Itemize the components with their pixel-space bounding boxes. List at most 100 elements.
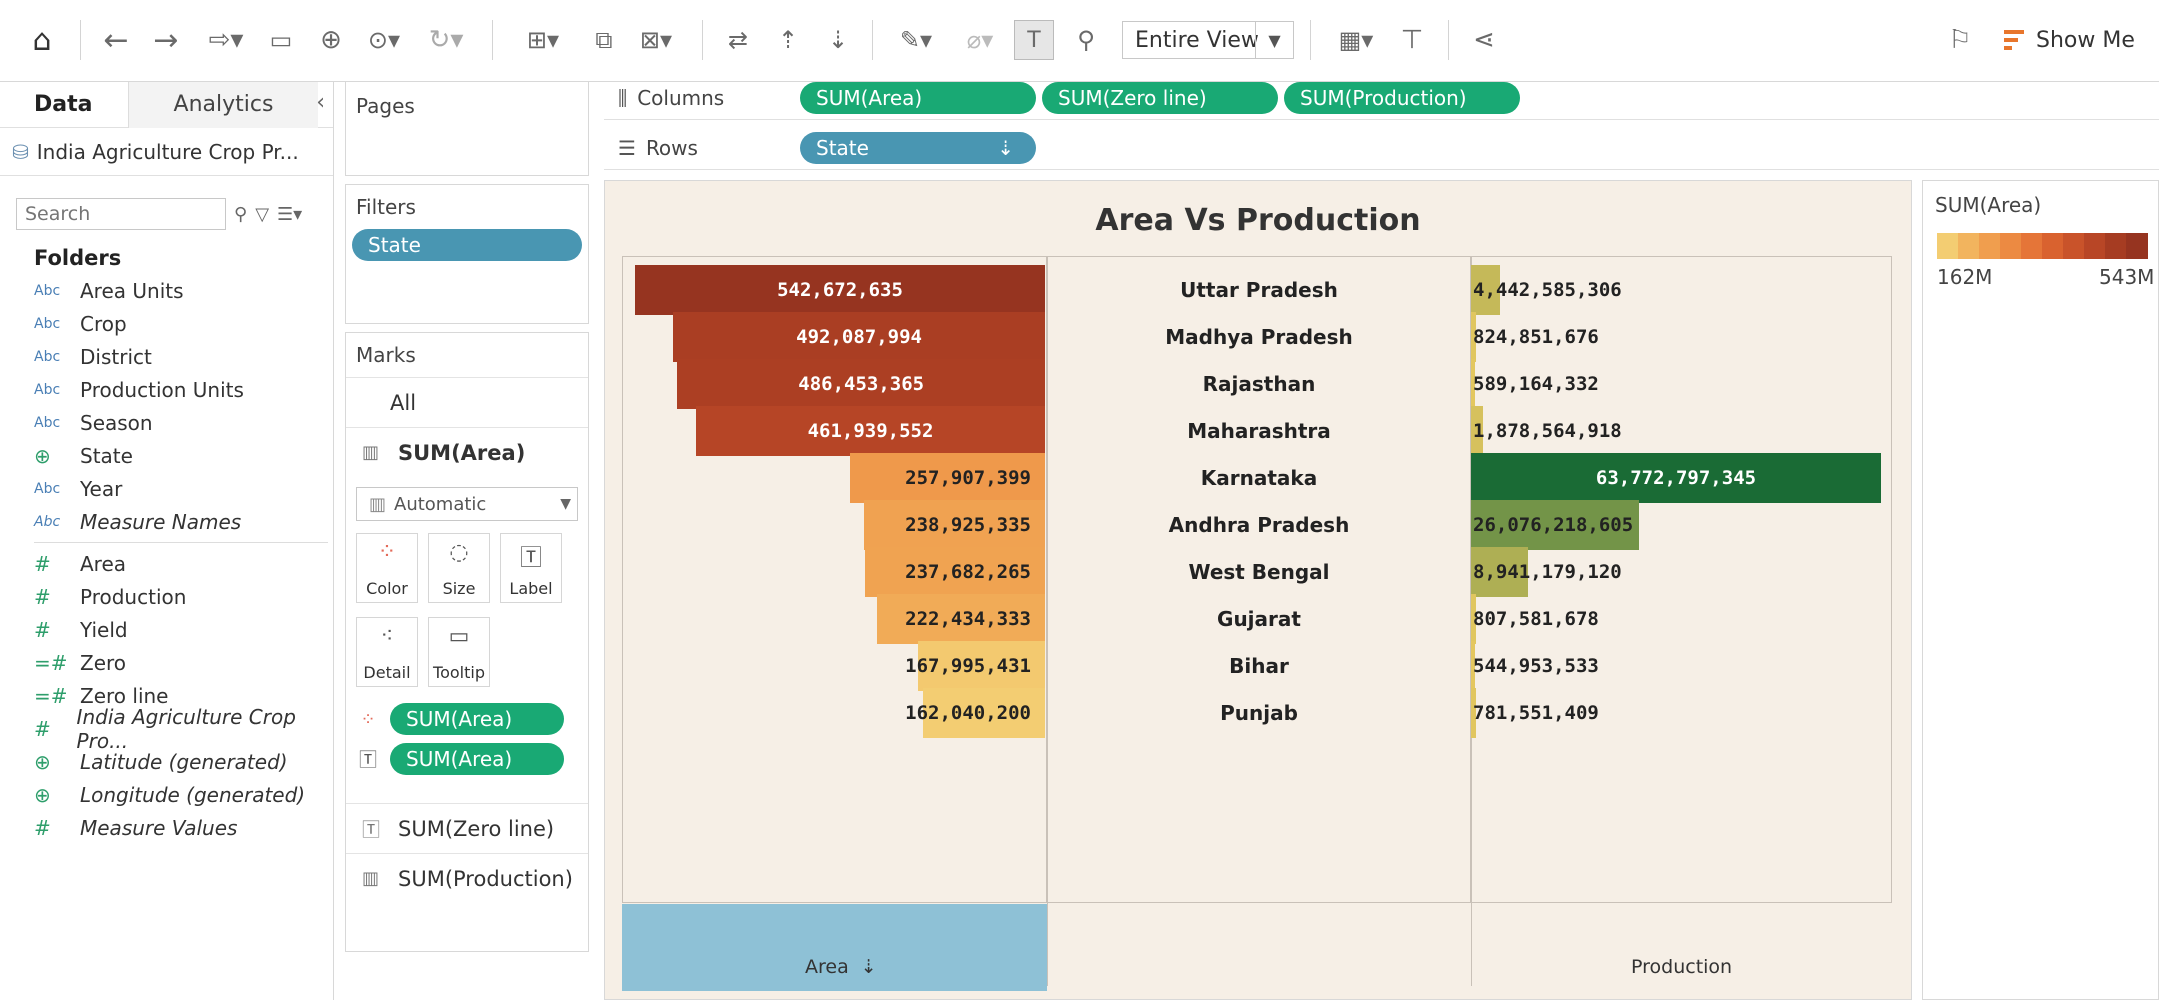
label-button[interactable]: 🅃 Label <box>500 533 562 603</box>
legend-swatch <box>1937 233 1959 259</box>
show-me-label: Show Me <box>2036 27 2135 53</box>
state-label[interactable]: Andhra Pradesh <box>1047 500 1471 550</box>
field-measure-values[interactable]: # Measure Values <box>0 811 333 844</box>
size-button[interactable]: ◌ Size <box>428 533 490 603</box>
area-value-label: 492,087,994 <box>796 326 923 348</box>
filters-card[interactable]: Filters State <box>345 184 589 324</box>
state-label[interactable]: Karnataka <box>1047 453 1471 503</box>
color-button[interactable]: ⁘ Color <box>356 533 418 603</box>
marks-tab-sum-zero-line[interactable]: 🅃 SUM(Zero line) <box>346 803 588 853</box>
home-icon[interactable]: ⌂ <box>22 20 62 60</box>
label-icon: 🅃 <box>359 750 377 771</box>
field-measure-names[interactable]: Abc Measure Names <box>0 505 333 538</box>
field-yield[interactable]: # Yield <box>0 613 333 646</box>
state-label[interactable]: Maharashtra <box>1047 406 1471 456</box>
state-label[interactable]: Gujarat <box>1047 594 1471 644</box>
field-name: Measure Values <box>80 815 238 840</box>
state-label[interactable]: Bihar <box>1047 641 1471 691</box>
field-area-units[interactable]: Abc Area Units <box>0 274 333 307</box>
state-label[interactable]: Rajasthan <box>1047 359 1471 409</box>
field-season[interactable]: Abc Season <box>0 406 333 439</box>
color-pill-sum-area[interactable]: SUM(Area) <box>390 703 564 735</box>
replay-icon[interactable]: ⇨▾ <box>196 20 256 60</box>
undo-icon[interactable]: ← <box>96 20 136 60</box>
chevron-down-icon[interactable]: ▼ <box>1255 22 1293 58</box>
field-crop[interactable]: Abc Crop <box>0 307 333 340</box>
filter-pill-state[interactable]: State <box>352 229 582 261</box>
view-size-select[interactable]: Entire View ▼ <box>1122 21 1294 59</box>
tooltip-button[interactable]: ▭ Tooltip <box>428 617 490 687</box>
datasource-item[interactable]: ⛁ India Agriculture Crop Pr... <box>0 128 333 176</box>
sort-descending-icon[interactable]: ⇣ <box>818 20 858 60</box>
fix-axes-icon[interactable]: ⚲ <box>1066 20 1106 60</box>
swap-rows-columns-icon[interactable]: ⇄ <box>718 20 758 60</box>
toolbar-separator <box>1310 20 1311 60</box>
field-latitude-generated[interactable]: ⊕ Latitude (generated) <box>0 745 333 778</box>
field-name: Season <box>80 410 153 435</box>
signpost-icon[interactable]: ⚐ <box>1940 20 1980 60</box>
filter-icon[interactable]: ▽ <box>255 204 269 225</box>
marks-tab-sum-area[interactable]: ▥ SUM(Area) <box>346 427 588 477</box>
columns-shelf-label: ⫼ Columns <box>618 85 725 110</box>
detail-button[interactable]: ⁖ Detail <box>356 617 418 687</box>
field-year[interactable]: Abc Year <box>0 472 333 505</box>
label-pill-sum-area[interactable]: SUM(Area) <box>390 743 564 775</box>
production-value-label: 1,878,564,918 <box>1473 420 1622 442</box>
rows-shelf[interactable]: ☰ Rows State ⇣ <box>604 126 2159 170</box>
tab-data[interactable]: Data <box>0 82 128 128</box>
number-icon: # <box>34 551 51 576</box>
collapse-pane-icon[interactable]: ‹ <box>316 90 325 115</box>
row-pill-state[interactable]: State ⇣ <box>800 131 1036 164</box>
clear-sheet-icon[interactable]: ⊠▾ <box>626 20 686 60</box>
sort-ascending-icon[interactable]: ⇡ <box>768 20 808 60</box>
legend-swatch <box>2000 233 2022 259</box>
toolbar: ⌂ ← → ⇨▾ ▭ ⊕ ⊙▾ ↻▾ ⊞▾ ⧉ ⊠▾ ⇄ ⇡ ⇣ ✎▾ ⌀▾ T… <box>0 0 2159 82</box>
rows-icon: ☰ <box>618 135 636 160</box>
group-members-icon[interactable]: ⌀▾ <box>952 20 1008 60</box>
column-pill-sum-area[interactable]: SUM(Area) <box>800 81 1036 114</box>
state-label[interactable]: Madhya Pradesh <box>1047 312 1471 362</box>
marks-tab-sum-production[interactable]: ▥ SUM(Production) <box>346 853 588 903</box>
field-name: Measure Names <box>80 509 242 534</box>
save-icon[interactable]: ▭ <box>264 20 298 60</box>
field-production[interactable]: # Production <box>0 580 333 613</box>
chevron-down-icon[interactable]: ▼ <box>560 496 571 512</box>
state-label[interactable]: West Bengal <box>1047 547 1471 597</box>
presentation-mode-icon[interactable]: ⊤ <box>1392 20 1432 60</box>
redo-icon[interactable]: → <box>146 20 186 60</box>
field-india-agriculture-crop-pro[interactable]: # India Agriculture Crop Pro... <box>0 705 333 753</box>
pause-updates-icon[interactable]: ⊙▾ <box>364 20 404 60</box>
mark-type-select[interactable]: ▥ Automatic ▼ <box>356 487 578 521</box>
new-datasource-icon[interactable]: ⊕ <box>314 20 348 60</box>
field-zero[interactable]: =# Zero <box>0 646 333 679</box>
field-area[interactable]: # Area <box>0 547 333 580</box>
search-icon[interactable]: ⚲ <box>234 204 247 225</box>
sort-descending-icon: ⇣ <box>997 135 1014 160</box>
state-label[interactable]: Punjab <box>1047 688 1471 738</box>
columns-shelf[interactable]: ⫼ Columns SUM(Area) SUM(Zero line) SUM(P… <box>604 76 2159 120</box>
marks-tab-all[interactable]: All <box>346 377 588 427</box>
column-pill-sum-zero-line[interactable]: SUM(Zero line) <box>1042 81 1278 114</box>
field-longitude-generated[interactable]: ⊕ Longitude (generated) <box>0 778 333 811</box>
string-icon: Abc <box>34 282 61 299</box>
area-axis-title[interactable]: Area ⇣ <box>805 956 877 978</box>
legend-color-ramp[interactable] <box>1937 233 2148 259</box>
pages-card[interactable]: Pages <box>345 82 589 176</box>
share-icon[interactable]: ⋖ <box>1464 20 1504 60</box>
show-me-button[interactable]: Show Me <box>2004 22 2135 58</box>
search-input[interactable] <box>16 198 226 230</box>
show-mark-labels-icon[interactable]: T <box>1014 20 1054 60</box>
duplicate-sheet-icon[interactable]: ⧉ <box>584 20 624 60</box>
state-label[interactable]: Uttar Pradesh <box>1047 265 1471 315</box>
show-cards-icon[interactable]: ▦▾ <box>1326 20 1386 60</box>
new-worksheet-icon[interactable]: ⊞▾ <box>508 20 578 60</box>
highlight-icon[interactable]: ✎▾ <box>888 20 944 60</box>
field-state[interactable]: ⊕ State <box>0 439 333 472</box>
field-district[interactable]: Abc District <box>0 340 333 373</box>
view-options-icon[interactable]: ☰▾ <box>277 204 302 225</box>
tab-analytics[interactable]: Analytics <box>128 81 318 128</box>
field-production-units[interactable]: Abc Production Units <box>0 373 333 406</box>
field-name: Zero <box>80 650 127 675</box>
refresh-icon[interactable]: ↻▾ <box>416 20 476 60</box>
column-pill-sum-production[interactable]: SUM(Production) <box>1284 81 1520 114</box>
